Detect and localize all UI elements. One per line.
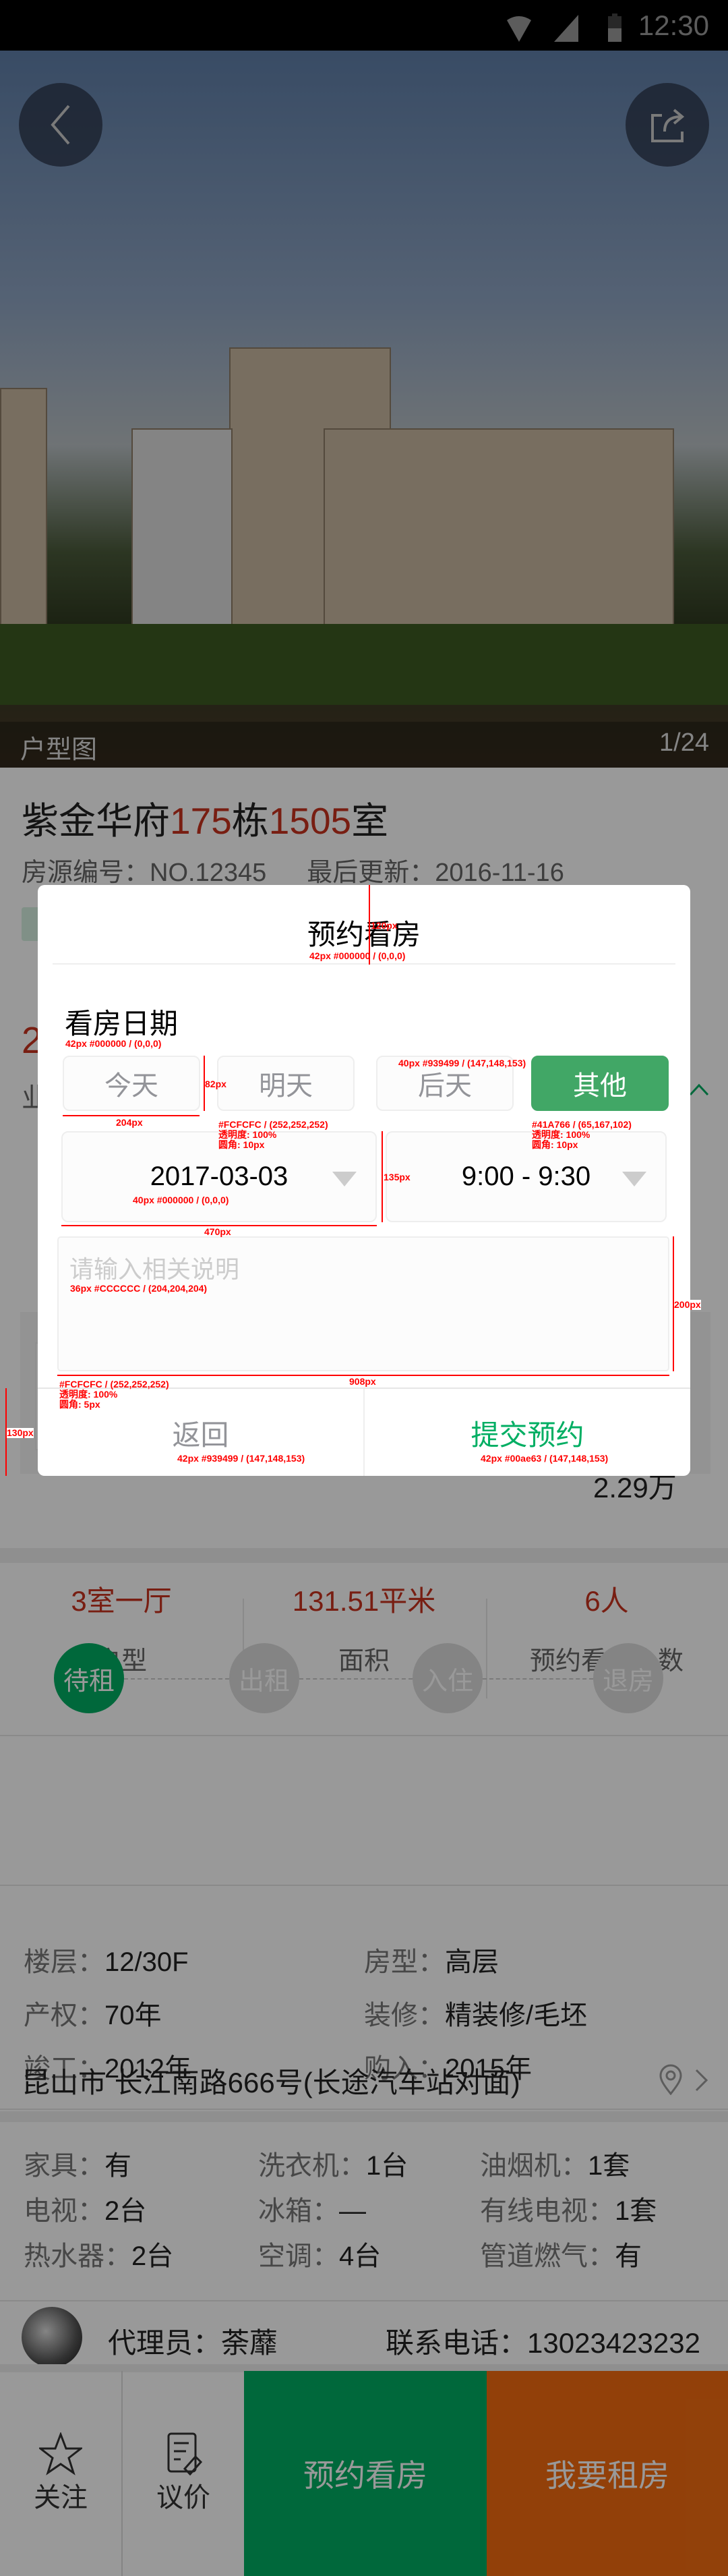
time-select[interactable]: 9:00 - 9:30 — [386, 1131, 667, 1222]
option-tomorrow[interactable]: 明天 — [217, 1056, 355, 1111]
option-other[interactable]: 其他 — [531, 1056, 669, 1111]
annotation: 40px #000000 / (0,0,0) — [133, 1195, 229, 1205]
annotation: 圆角: 10px — [218, 1139, 265, 1150]
dropdown-arrow-icon — [332, 1172, 357, 1186]
annotation: 130px — [7, 1427, 34, 1438]
annotation: 36px #CCCCCC / (204,204,204) — [70, 1283, 208, 1294]
annotation: 42px #00ae63 / (147,148,153) — [481, 1453, 609, 1464]
annotation-line — [382, 1131, 383, 1222]
dropdown-arrow-icon — [622, 1172, 646, 1186]
annotation: 圆角: 10px — [532, 1139, 578, 1150]
annotation: 40px #939499 / (147,148,153) — [398, 1058, 526, 1068]
annotation: 135px — [384, 1172, 411, 1182]
option-today[interactable]: 今天 — [63, 1056, 200, 1111]
annotation: #41A766 / (65,167,102) — [532, 1119, 632, 1130]
note-textarea[interactable]: 请输入相关说明 — [57, 1236, 669, 1371]
annotation: 圆角: 5px — [59, 1399, 100, 1410]
annotation: 908px — [349, 1376, 376, 1387]
dialog-title: 预约看房 — [307, 919, 421, 950]
annotation: 470px — [204, 1226, 231, 1237]
annotation: 透明度: 100% — [59, 1389, 118, 1400]
annotation: 204px — [116, 1117, 143, 1128]
annotation: #FCFCFC / (252,252,252) — [218, 1119, 328, 1130]
annotation: 42px #000000 / (0,0,0) — [65, 1038, 162, 1049]
annotation: 透明度: 100% — [532, 1129, 590, 1140]
annotation: 42px #000000 / (0,0,0) — [309, 950, 406, 961]
annotation: 透明度: 100% — [218, 1129, 277, 1140]
annotation: 82px — [205, 1079, 226, 1089]
divider — [53, 963, 675, 965]
annotation: 120px — [371, 920, 398, 931]
annotation: #FCFCFC / (252,252,252) — [59, 1379, 169, 1390]
annotation: 200px — [674, 1299, 701, 1310]
date-label: 看房日期 — [65, 1008, 179, 1039]
annotation: 42px #939499 / (147,148,153) — [177, 1453, 305, 1464]
annotation-line — [63, 1115, 200, 1116]
